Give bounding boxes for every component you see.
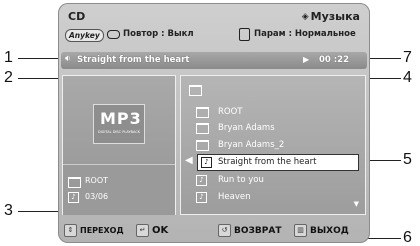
speaker-icon: 🔉︎ (65, 54, 71, 64)
now-playing-title: Straight from the heart (77, 55, 190, 65)
exit-button[interactable]: ▥ ВЫХОД (294, 224, 349, 237)
move-arrows-icon: ⇕ (64, 224, 77, 237)
callout-4: 4 (403, 69, 412, 86)
exit-icon: ▥ (294, 224, 307, 237)
speaker-indicator-icon: ◀ (185, 155, 193, 166)
folder-icon (196, 123, 209, 134)
track-count-icon: ♪ (68, 192, 79, 203)
file-list: ROOT Bryan Adams Bryan Adams_2 ♪ Straigh… (180, 75, 366, 215)
callout-6: 6 (403, 229, 412, 246)
repeat-icon (107, 30, 120, 39)
ok-label: OK (152, 225, 169, 236)
callout-5: 5 (403, 151, 412, 168)
scroll-down-icon[interactable]: ▼ (354, 200, 359, 208)
enter-icon: ↵ (136, 224, 149, 237)
move-button[interactable]: ⇕ ПЕРЕХОД (64, 224, 124, 237)
music-note-icon: ♪ (196, 175, 207, 186)
player-screen: CD ◈ Музыка Anykey Повтор : Выкл Парам :… (58, 3, 370, 243)
repeat-status[interactable]: Повтор : Выкл (123, 29, 194, 39)
bottom-bar: ⇕ ПЕРЕХОД ↵ OK ↺ ВОЗВРАТ ▥ ВЫХОД (58, 219, 370, 243)
return-label: ВОЗВРАТ (234, 225, 282, 236)
list-item-selected[interactable]: ♪ Straight from the heart (197, 154, 359, 171)
return-icon: ↺ (218, 224, 231, 237)
list-item[interactable]: ROOT (181, 105, 363, 120)
music-note-icon: ♪ (201, 157, 212, 168)
info-panel: MP3 DIGITAL DISC PLAYBACK ROOT ♪ 03/06 (62, 75, 176, 215)
folder-icon (196, 107, 209, 118)
music-mode-label: ◈ Музыка (302, 10, 360, 23)
list-item[interactable]: Bryan Adams (181, 121, 363, 136)
list-item-label: Bryan Adams_2 (218, 140, 285, 150)
screen-title: CD (68, 10, 86, 23)
return-button[interactable]: ↺ ВОЗВРАТ (218, 224, 281, 237)
callout-1: 1 (4, 49, 13, 66)
param-icon (239, 28, 250, 41)
elapsed-time: 00 :22 (319, 55, 350, 65)
folder-icon (196, 140, 209, 151)
list-item-label: ROOT (218, 107, 243, 117)
current-folder: ROOT (85, 176, 109, 185)
ok-button[interactable]: ↵ OK (136, 224, 168, 237)
callout-7: 7 (403, 49, 412, 66)
folder-info: ROOT ♪ 03/06 (63, 164, 175, 215)
list-item[interactable]: Bryan Adams_2 (181, 138, 363, 153)
now-playing-bar: 🔉︎ Straight from the heart ▶ 00 :22 (61, 52, 367, 69)
move-label: ПЕРЕХОД (80, 226, 124, 235)
folder-icon (68, 177, 81, 188)
play-icon: ▶ (303, 55, 310, 64)
exit-label: ВЫХОД (310, 225, 349, 236)
callout-2: 2 (4, 69, 13, 86)
mp3-logo-subtext: DIGITAL DISC PLAYBACK (97, 130, 141, 134)
list-item-label: Bryan Adams (218, 123, 275, 133)
music-note-icon: ♪ (196, 192, 207, 203)
track-count: 03/06 (85, 192, 109, 201)
callout-3: 3 (4, 202, 13, 219)
root-folder-icon (189, 85, 202, 96)
music-diamond-icon: ◈ (301, 11, 309, 22)
list-item-label: Straight from the heart (218, 157, 317, 167)
options-bar: Anykey Повтор : Выкл Парам : Нормальное (63, 28, 365, 42)
list-item-label: Run to you (218, 175, 264, 185)
anykey-badge[interactable]: Anykey (65, 29, 104, 42)
param-status[interactable]: Парам : Нормальное (254, 29, 356, 39)
list-item-label: Heaven (218, 192, 251, 202)
music-mode-text: Музыка (310, 10, 360, 23)
mp3-logo: MP3 DIGITAL DISC PLAYBACK (93, 104, 145, 144)
list-item[interactable]: ♪ Heaven (181, 190, 363, 205)
list-item[interactable]: ♪ Run to you (181, 173, 363, 188)
mp3-logo-text: MP3 (100, 109, 142, 128)
